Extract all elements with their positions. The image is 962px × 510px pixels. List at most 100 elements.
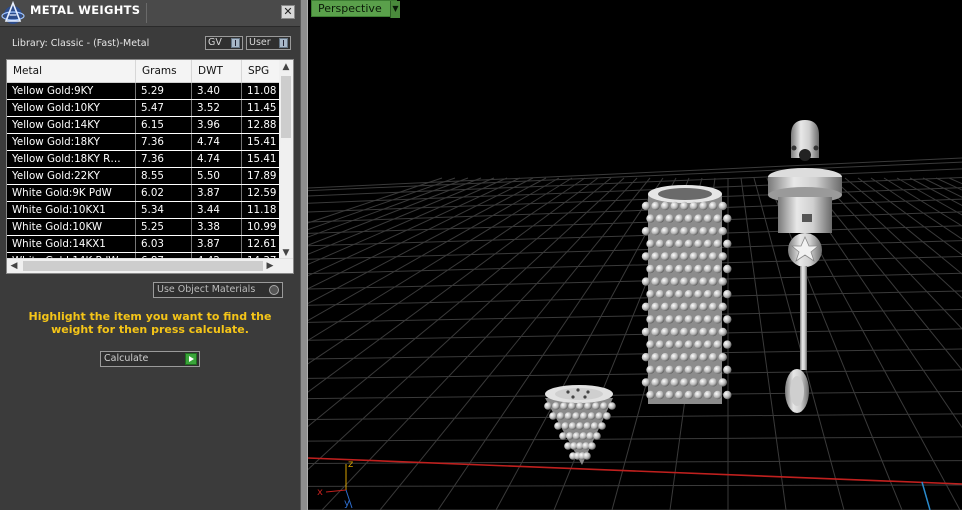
- bead: [572, 432, 581, 440]
- bead: [603, 412, 611, 420]
- panel-divider[interactable]: [300, 0, 308, 510]
- table-row[interactable]: Yellow Gold:10KY 5.47 3.52 11.45: [7, 100, 282, 117]
- table-row[interactable]: Yellow Gold:18KY R… 7.36 4.74 15.41: [7, 151, 282, 168]
- bead: [576, 402, 584, 410]
- close-button[interactable]: ✕: [281, 5, 295, 19]
- title-separator: [146, 3, 147, 23]
- bead: [684, 264, 694, 274]
- metal-cell: White Gold:10KW: [7, 219, 136, 235]
- gv-label: GV: [208, 37, 222, 48]
- table-row[interactable]: Yellow Gold:18KY 7.36 4.74 15.41: [7, 134, 282, 151]
- play-icon: [185, 353, 197, 365]
- column-header-metal[interactable]: Metal: [7, 60, 136, 82]
- radio-icon[interactable]: [269, 285, 279, 295]
- bead: [718, 378, 727, 387]
- bead-cylinder-model[interactable]: [641, 185, 732, 404]
- calculate-label: Calculate: [104, 353, 149, 364]
- table-row[interactable]: White Gold:14KX1 6.03 3.87 12.61: [7, 236, 282, 253]
- bead: [583, 452, 591, 460]
- bead: [641, 277, 651, 286]
- bead: [651, 378, 660, 387]
- calculate-button[interactable]: Calculate: [100, 351, 200, 367]
- panel-title: METAL WEIGHTS: [30, 3, 141, 17]
- bead: [723, 390, 732, 400]
- bead: [703, 315, 713, 324]
- perspective-viewport[interactable]: z x y Perspective ▼: [308, 0, 962, 510]
- scroll-up-icon[interactable]: ▲: [279, 60, 293, 74]
- metal-cell: Yellow Gold:18KY: [7, 134, 136, 150]
- bead: [598, 422, 606, 430]
- vertical-scrollbar[interactable]: ▲ ▼: [279, 60, 293, 260]
- table-row[interactable]: Yellow Gold:22KY 8.55 5.50 17.89: [7, 168, 282, 185]
- bead: [646, 239, 655, 248]
- column-header-dwt[interactable]: DWT: [192, 60, 242, 82]
- table-row[interactable]: Yellow Gold:9KY 5.29 3.40 11.08: [7, 83, 282, 100]
- bead: [661, 327, 670, 337]
- scroll-right-icon[interactable]: ▶: [263, 259, 277, 273]
- vertical-scroll-thumb[interactable]: [281, 76, 291, 138]
- horizontal-scroll-thumb[interactable]: [23, 261, 263, 271]
- bead: [684, 315, 694, 324]
- grams-cell: 5.34: [136, 202, 192, 218]
- dwt-cell: 3.96: [192, 117, 242, 133]
- bead: [694, 290, 703, 299]
- column-header-grams[interactable]: Grams: [136, 60, 192, 82]
- horizontal-scrollbar[interactable]: ◀ ▶: [7, 258, 293, 273]
- spg-cell: 11.18: [242, 202, 282, 218]
- bead: [723, 315, 732, 324]
- grid-line: [308, 328, 962, 341]
- bead: [665, 315, 674, 324]
- bead: [554, 422, 562, 430]
- axis-y-label: y: [344, 498, 350, 509]
- bead: [590, 422, 599, 430]
- bead: [723, 264, 732, 274]
- metal-cell: Yellow Gold:10KY: [7, 100, 136, 116]
- bead: [661, 227, 670, 236]
- gv-toggle-indicator-icon: [231, 38, 240, 48]
- table-row[interactable]: White Gold:9K PdW 6.02 3.87 12.59: [7, 185, 282, 202]
- spg-cell: 12.59: [242, 185, 282, 201]
- bead: [651, 252, 660, 261]
- bead: [713, 340, 722, 349]
- bead: [699, 378, 708, 387]
- bead: [641, 353, 651, 362]
- dwt-cell: 4.74: [192, 151, 242, 167]
- bead: [661, 252, 670, 261]
- user-toggle[interactable]: User: [246, 36, 291, 50]
- column-header-spg[interactable]: SPG: [242, 60, 282, 82]
- bead: [556, 412, 565, 420]
- bead: [549, 412, 557, 420]
- scroll-left-icon[interactable]: ◀: [7, 259, 21, 273]
- table-row[interactable]: White Gold:10KW 5.25 3.38 10.99: [7, 219, 282, 236]
- bead: [675, 315, 684, 324]
- bead: [661, 378, 670, 387]
- bead: [583, 422, 592, 430]
- cone-pendant-model[interactable]: [544, 385, 616, 465]
- table-row[interactable]: Yellow Gold:14KY 6.15 3.96 12.88: [7, 117, 282, 134]
- grams-cell: 7.36: [136, 134, 192, 150]
- gv-toggle[interactable]: GV: [205, 36, 243, 50]
- bead: [709, 277, 718, 286]
- bead: [684, 290, 694, 299]
- bead: [641, 378, 651, 387]
- table-row[interactable]: White Gold:10KX1 5.34 3.44 11.18: [7, 202, 282, 219]
- bead: [595, 412, 604, 420]
- bead: [675, 340, 684, 349]
- bead: [709, 378, 718, 387]
- bead: [661, 277, 670, 286]
- metal-cell: White Gold:9K PdW: [7, 185, 136, 201]
- dwt-cell: 3.87: [192, 236, 242, 252]
- bead: [718, 201, 727, 211]
- bead: [684, 365, 694, 374]
- bead: [608, 402, 616, 410]
- viewport-dropdown-icon[interactable]: ▼: [390, 1, 400, 18]
- metal-cell: Yellow Gold:18KY R…: [7, 151, 136, 167]
- dwt-cell: 3.87: [192, 185, 242, 201]
- viewport-view-tab[interactable]: Perspective ▼: [311, 0, 400, 18]
- bead: [703, 264, 713, 274]
- bead: [670, 353, 679, 362]
- use-object-materials-option[interactable]: Use Object Materials: [153, 282, 283, 298]
- dwt-cell: 3.52: [192, 100, 242, 116]
- metal-cell: Yellow Gold:9KY: [7, 83, 136, 99]
- bead: [655, 365, 665, 374]
